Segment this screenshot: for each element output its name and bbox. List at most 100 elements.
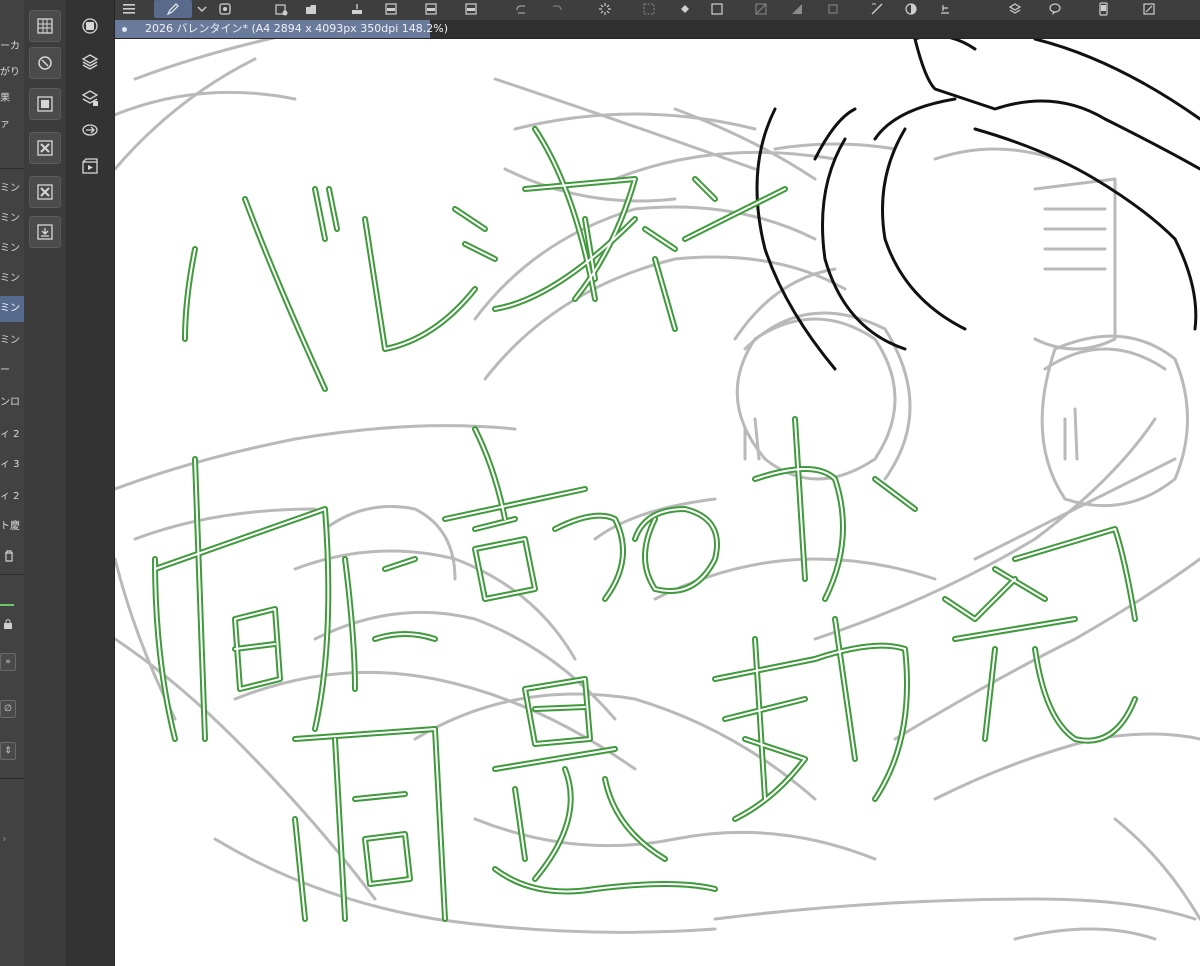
document-tab-title: 2026 バレンタイン* (A4 2894 x 4093px 350dpi 14… xyxy=(145,22,449,35)
delete-layer-icon[interactable] xyxy=(29,132,61,164)
lettering-stroke xyxy=(452,206,498,262)
sketch-stroke xyxy=(115,90,297,117)
top-toolbar xyxy=(114,0,1200,21)
sketch-stroke xyxy=(613,150,837,181)
layers-icon[interactable] xyxy=(78,50,102,74)
loading-icon[interactable] xyxy=(594,0,616,18)
export-jpg-icon[interactable] xyxy=(380,0,402,18)
chevron-down-double-icon[interactable]: » xyxy=(0,653,16,671)
divider xyxy=(0,168,24,169)
lettering-core-stroke xyxy=(754,418,916,600)
layer-property-item[interactable]: がり xyxy=(0,60,24,86)
animation-icon[interactable] xyxy=(78,154,102,178)
export-icon[interactable] xyxy=(346,0,368,18)
lettering-core-stroke xyxy=(344,558,436,690)
bubble-icon[interactable] xyxy=(1044,0,1066,18)
layer-item[interactable]: ー xyxy=(0,358,24,384)
trash-icon[interactable] xyxy=(2,548,16,567)
sketch-stroke xyxy=(1033,177,1117,351)
contrast-icon[interactable] xyxy=(900,0,922,18)
fill-icon[interactable] xyxy=(674,0,696,18)
redo-icon[interactable] xyxy=(546,0,568,18)
lettering-core-stroke xyxy=(294,818,306,920)
layer-item[interactable]: ミン xyxy=(0,236,24,262)
clear-icon[interactable] xyxy=(750,0,772,18)
sketch-stroke xyxy=(115,424,517,491)
sketch-stroke xyxy=(1013,927,1157,941)
undo-icon[interactable] xyxy=(510,0,532,18)
sketch-stroke xyxy=(473,817,877,861)
layer-item[interactable]: ミン xyxy=(0,206,24,232)
export-png-icon[interactable] xyxy=(420,0,442,18)
layer-item[interactable]: ミン xyxy=(0,266,24,292)
layer-item[interactable]: ンロ xyxy=(0,390,24,416)
sketch-stroke xyxy=(133,39,276,81)
layer-item[interactable]: ミン xyxy=(0,176,24,202)
frame-icon[interactable] xyxy=(822,0,844,18)
lettering-stroke xyxy=(492,746,668,882)
film-icon[interactable] xyxy=(29,88,61,120)
layer-property-item[interactable]: ァ xyxy=(0,112,24,138)
lettering-core-stroke xyxy=(194,458,206,740)
sketch-stroke xyxy=(313,610,617,721)
delete-sub-icon[interactable] xyxy=(29,176,61,208)
drawing-canvas[interactable] xyxy=(115,39,1200,966)
export-psd-icon[interactable] xyxy=(460,0,482,18)
sketch-stroke xyxy=(773,142,897,151)
bucket-icon[interactable] xyxy=(786,0,808,18)
lettering-core-stroke xyxy=(334,738,346,920)
ruler-icon[interactable] xyxy=(866,0,888,18)
phone-icon[interactable] xyxy=(1092,0,1114,18)
chevron-right-icon[interactable]: › xyxy=(2,832,6,845)
layer-property-item[interactable]: ーカ xyxy=(0,34,24,60)
lettering-stroke xyxy=(342,556,438,692)
divider xyxy=(0,574,24,575)
ink-stroke xyxy=(873,97,957,141)
ink-stroke xyxy=(913,39,977,51)
chevron-down-icon[interactable] xyxy=(194,0,210,18)
sketch-stroke xyxy=(1043,207,1107,271)
sketch-stroke xyxy=(673,107,817,181)
pen-icon[interactable] xyxy=(154,0,192,18)
layer-item-selected[interactable]: ミン xyxy=(0,296,24,322)
artwork xyxy=(115,39,1200,941)
save-icon[interactable] xyxy=(300,0,322,18)
layer-panel: ーカ がり 果 ァ ミン ミン ミン ミン ミン ミン ー ンロ ィ 2 ィ 3… xyxy=(0,0,25,966)
layer-property-icon[interactable] xyxy=(78,86,102,110)
sketch-stroke xyxy=(893,557,1200,741)
mask-icon[interactable]: ∅ xyxy=(0,700,16,718)
navigator-icon[interactable] xyxy=(29,47,61,79)
unsaved-dot-icon xyxy=(122,27,127,32)
document-tab-bar: 2026 バレンタイン* (A4 2894 x 4093px 350dpi 14… xyxy=(114,20,1200,39)
document-tab[interactable]: 2026 バレンタイン* (A4 2894 x 4093px 350dpi 14… xyxy=(114,20,448,38)
transfer-icon[interactable] xyxy=(78,118,102,142)
lettering-stroke xyxy=(182,246,198,342)
layer-item[interactable]: ィ 2 xyxy=(0,422,24,448)
pen-mark-icon xyxy=(0,604,14,606)
layer-3d-icon[interactable] xyxy=(1004,0,1026,18)
sketch-stroke xyxy=(1043,347,1167,371)
selection-icon[interactable] xyxy=(706,0,728,18)
ink-stroke xyxy=(813,107,857,161)
circle-button-icon[interactable] xyxy=(78,14,102,38)
divider xyxy=(0,778,24,779)
layer-item[interactable]: ミン xyxy=(0,328,24,354)
grid-icon[interactable] xyxy=(29,10,61,42)
cut-icon[interactable] xyxy=(934,0,956,18)
command-bar xyxy=(24,0,67,966)
lettering-stroke xyxy=(352,791,413,887)
transform-icon[interactable] xyxy=(638,0,660,18)
layer-item[interactable]: ィ 3 xyxy=(0,452,24,478)
stepper-icon[interactable]: ⇕ xyxy=(0,742,16,760)
import-icon[interactable] xyxy=(29,216,61,248)
sketch-stroke xyxy=(933,732,1200,801)
layer-property-item[interactable]: 果 xyxy=(0,86,24,112)
sketch-stroke xyxy=(115,57,257,171)
layer-item[interactable]: ト慶 xyxy=(0,514,24,540)
lock-icon[interactable] xyxy=(2,616,14,635)
menu-icon[interactable] xyxy=(118,0,140,18)
resize-icon[interactable] xyxy=(1138,0,1160,18)
layer-item[interactable]: ィ 2 xyxy=(0,484,24,510)
open-icon[interactable] xyxy=(270,0,292,18)
new-doc-icon[interactable] xyxy=(214,0,236,18)
